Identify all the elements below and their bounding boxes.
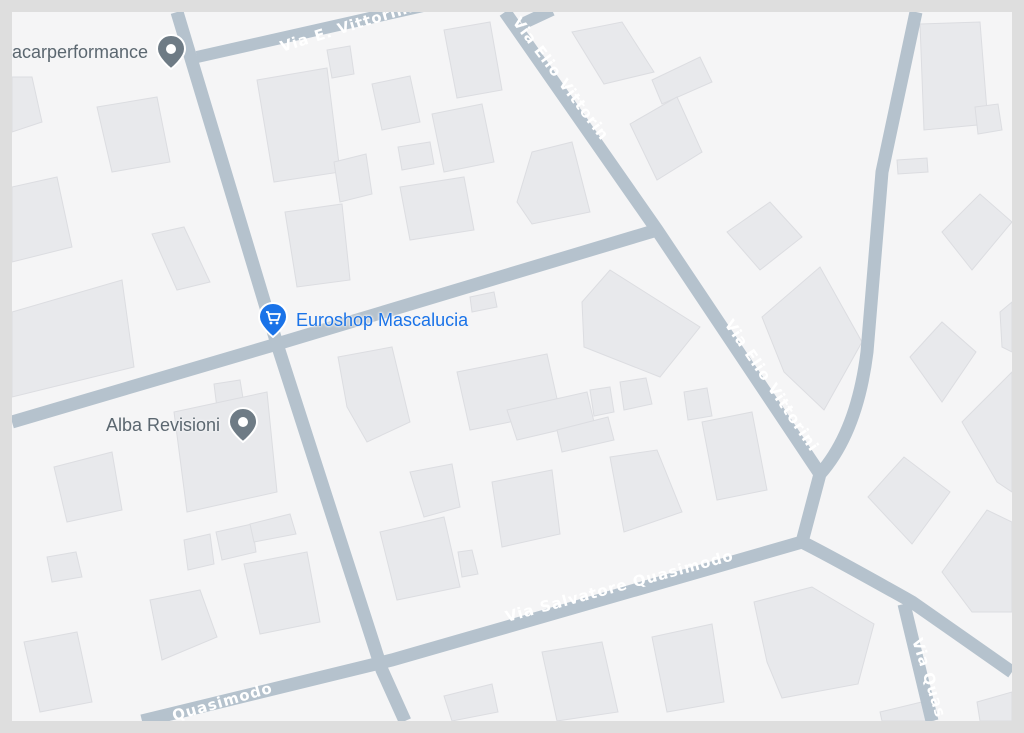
building: [581, 269, 701, 378]
building: [999, 301, 1012, 353]
building: [371, 75, 421, 131]
building: [651, 56, 713, 105]
poi-label[interactable]: Euroshop Mascalucia: [296, 310, 468, 331]
building: [896, 157, 929, 175]
building: [443, 21, 503, 99]
building: [651, 623, 725, 713]
building: [629, 96, 703, 181]
building: [183, 533, 215, 571]
building: [399, 176, 475, 241]
building: [941, 193, 1012, 271]
building: [379, 516, 461, 601]
building: [469, 291, 498, 313]
poi-label[interactable]: acarperformance: [12, 42, 148, 63]
building: [909, 321, 977, 403]
poi-alba-revisioni[interactable]: Alba Revisioni: [106, 407, 259, 443]
building: [53, 451, 123, 523]
building: [12, 176, 73, 263]
building: [867, 456, 951, 545]
building: [961, 371, 1012, 493]
building: [443, 683, 499, 721]
building: [491, 469, 561, 548]
building: [974, 103, 1003, 135]
building: [243, 551, 321, 635]
poi-acarperformance[interactable]: acarperformance: [12, 34, 187, 70]
road-label-quasimodo-left: Quasimodo: [170, 679, 275, 721]
building: [726, 201, 803, 271]
building: [589, 386, 615, 417]
building: [249, 513, 297, 543]
building: [976, 691, 1012, 721]
map-viewport[interactable]: Via E. Vittorini Via Elio Vittorini Via …: [12, 12, 1012, 721]
building: [12, 279, 135, 398]
building: [683, 387, 713, 421]
building: [46, 551, 83, 583]
building: [541, 641, 619, 721]
building: [96, 96, 171, 173]
building: [397, 141, 435, 171]
shopping-cart-icon[interactable]: [258, 302, 288, 338]
building: [12, 76, 43, 133]
building: [457, 549, 479, 578]
building: [151, 226, 211, 291]
building: [284, 203, 351, 288]
location-pin-icon[interactable]: [156, 34, 187, 70]
building: [215, 523, 257, 561]
location-pin-icon[interactable]: [228, 407, 259, 443]
building: [337, 346, 411, 443]
building: [23, 631, 93, 713]
building: [609, 449, 683, 533]
poi-label[interactable]: Alba Revisioni: [106, 415, 220, 436]
road-label-via-salvatore-quasimodo: Via Salvatore Quasimodo: [503, 546, 735, 625]
building: [333, 153, 373, 203]
map-canvas[interactable]: Via E. Vittorini Via Elio Vittorini Via …: [12, 12, 1012, 721]
building: [256, 67, 341, 183]
building: [326, 45, 355, 79]
building: [619, 377, 653, 411]
poi-euroshop-mascalucia[interactable]: Euroshop Mascalucia: [258, 302, 468, 338]
building: [431, 103, 495, 173]
building: [149, 589, 218, 661]
building: [701, 411, 768, 501]
building: [571, 21, 655, 85]
building: [516, 141, 591, 225]
map-frame: Via E. Vittorini Via Elio Vittorini Via …: [0, 0, 1024, 733]
building: [941, 509, 1012, 613]
building: [753, 586, 875, 699]
building: [409, 463, 461, 518]
